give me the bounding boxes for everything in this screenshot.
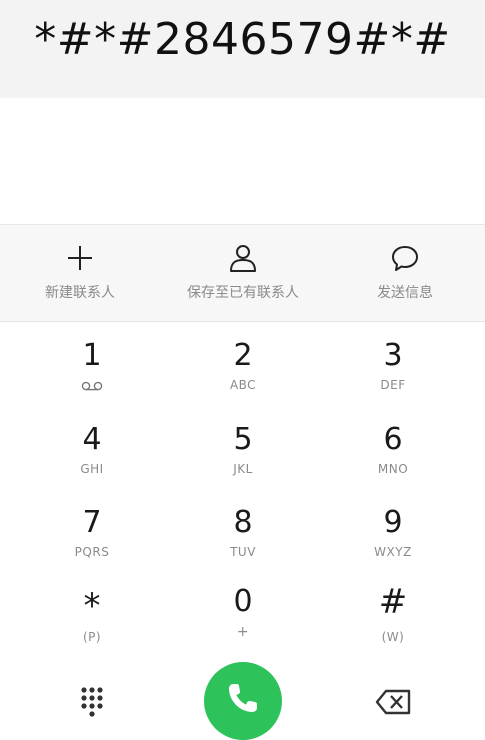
key-6-digit: 6 [383, 422, 403, 457]
key-3-digit: 3 [383, 338, 403, 373]
key-8[interactable]: 8 TUV [168, 493, 318, 575]
key-hash-digit: # [378, 582, 408, 622]
contact-actions-bar: 新建联系人 保存至已有联系人 发送信息 [0, 224, 485, 322]
key-1-digit: 1 [82, 338, 102, 373]
voicemail-icon [81, 381, 103, 391]
phone-icon [229, 684, 257, 712]
key-0[interactable]: 0 + [168, 572, 318, 654]
save-to-existing-contact-button[interactable]: 保存至已有联系人 [163, 225, 323, 321]
key-hash[interactable]: # (W) [318, 578, 468, 660]
key-7-letters: PQRS [74, 545, 110, 559]
number-bar: *#*#2846579#*# [0, 0, 485, 98]
plus-icon [68, 246, 92, 270]
backspace-icon [375, 689, 411, 715]
key-0-letters: + [236, 624, 250, 640]
new-contact-label: 新建联系人 [45, 285, 115, 301]
key-6-letters: MNO [377, 462, 409, 476]
save-to-existing-contact-label: 保存至已有联系人 [187, 285, 299, 301]
key-2[interactable]: 2 ABC [168, 326, 318, 408]
key-star-letters: (P) [82, 630, 102, 644]
key-4-digit: 4 [82, 422, 102, 457]
key-9[interactable]: 9 WXYZ [318, 493, 468, 575]
key-hash-letters: (W) [381, 630, 405, 644]
key-2-digit: 2 [233, 338, 253, 373]
key-5[interactable]: 5 JKL [168, 410, 318, 492]
dialpad-toggle-button[interactable] [72, 682, 112, 722]
person-icon [230, 245, 256, 272]
message-bubble-icon [392, 246, 418, 271]
key-2-letters: ABC [229, 378, 257, 392]
key-star[interactable]: * (P) [17, 578, 167, 660]
key-6[interactable]: 6 MNO [318, 410, 468, 492]
key-9-letters: WXYZ [374, 545, 412, 559]
key-3[interactable]: 3 DEF [318, 326, 468, 408]
key-5-digit: 5 [233, 422, 253, 457]
key-9-digit: 9 [383, 505, 403, 540]
send-message-button[interactable]: 发送信息 [325, 225, 485, 321]
key-7-digit: 7 [82, 505, 102, 540]
key-0-digit: 0 [233, 584, 253, 619]
key-5-letters: JKL [233, 462, 253, 476]
backspace-button[interactable] [374, 684, 414, 724]
dialed-number[interactable]: *#*#2846579#*# [0, 8, 485, 72]
key-star-digit: * [83, 586, 101, 626]
new-contact-button[interactable]: 新建联系人 [0, 225, 160, 321]
key-4[interactable]: 4 GHI [17, 410, 167, 492]
send-message-label: 发送信息 [377, 285, 433, 301]
key-7[interactable]: 7 PQRS [17, 493, 167, 575]
dialpad-grid-icon [81, 687, 103, 717]
key-3-letters: DEF [380, 378, 406, 392]
key-1[interactable]: 1 [17, 326, 167, 408]
key-8-digit: 8 [233, 505, 253, 540]
call-button[interactable] [204, 662, 282, 740]
key-4-letters: GHI [80, 462, 104, 476]
key-8-letters: TUV [230, 545, 256, 559]
